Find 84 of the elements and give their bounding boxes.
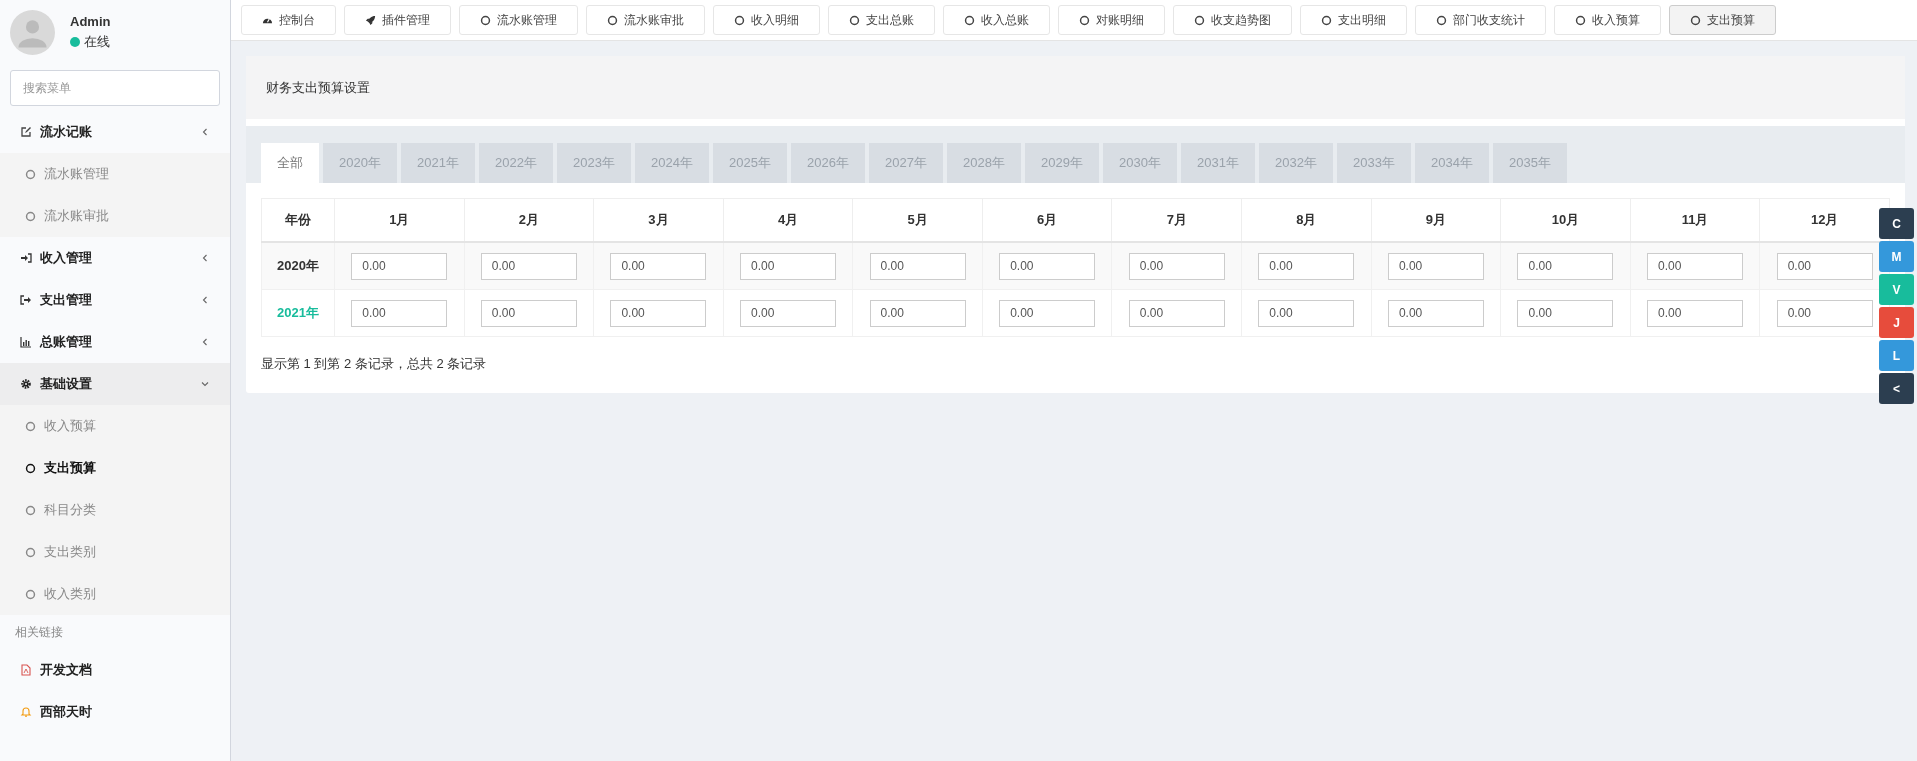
avatar-icon (10, 10, 55, 55)
bell-icon (20, 706, 32, 718)
circle-icon (734, 14, 745, 26)
amount-field[interactable]: 0.00 (1517, 252, 1614, 280)
submenu-item[interactable]: 支出预算 (0, 447, 230, 489)
nav-tab[interactable]: 收入总账 (943, 5, 1050, 35)
amount-field[interactable]: 0.00 (1387, 299, 1484, 327)
amount-field[interactable]: 0.00 (1647, 252, 1744, 280)
online-status: 在线 (70, 33, 110, 51)
circle-icon (25, 504, 36, 516)
menu-item[interactable]: 支出管理 (0, 279, 230, 321)
circle-icon (1194, 14, 1205, 26)
sign-out-icon (20, 294, 32, 306)
edit-icon (20, 126, 32, 138)
circle-icon (25, 168, 36, 180)
menu-item[interactable]: 基础设置 (0, 363, 230, 405)
year-cell: 2021年 (261, 289, 335, 337)
amount-field[interactable]: 0.00 (999, 299, 1096, 327)
pdf-file-icon (20, 664, 32, 676)
amount-field[interactable]: 0.00 (610, 299, 707, 327)
circle-icon (25, 546, 36, 558)
amount-field[interactable]: 0.00 (480, 299, 577, 327)
circle-icon (25, 420, 36, 432)
amount-field[interactable]: 0.00 (740, 252, 836, 280)
nav-tab[interactable]: 控制台 (241, 5, 336, 35)
amount-field[interactable]: 0.00 (351, 252, 448, 280)
amount-field[interactable]: 0.00 (1258, 252, 1355, 280)
nav-tab[interactable]: 部门收支统计 (1415, 5, 1546, 35)
amount-field[interactable]: 0.00 (740, 299, 836, 327)
circle-icon (1436, 14, 1447, 26)
amount-field[interactable]: 0.00 (869, 252, 966, 280)
nav-tab[interactable]: 流水账审批 (586, 5, 705, 35)
circle-icon (964, 14, 975, 26)
settings-icon (20, 378, 32, 390)
circle-icon (25, 210, 36, 222)
menu-item[interactable]: 总账管理 (0, 321, 230, 363)
amount-field[interactable]: 0.00 (1128, 299, 1225, 327)
menu-item[interactable]: 流水记账 (0, 111, 230, 153)
year-cell: 2020年 (261, 242, 335, 290)
bar-chart-icon (20, 336, 32, 348)
amount-field[interactable]: 0.00 (1776, 299, 1873, 327)
nav-tab[interactable]: 插件管理 (344, 5, 451, 35)
side-button[interactable]: C (1879, 208, 1914, 239)
amount-field[interactable]: 0.00 (1387, 252, 1484, 280)
circle-icon (1321, 14, 1332, 26)
side-button[interactable]: J (1879, 307, 1914, 338)
nav-tab[interactable]: 对账明细 (1058, 5, 1165, 35)
circle-icon (25, 588, 36, 600)
nav-tab[interactable]: 收入明细 (713, 5, 820, 35)
nav-tab[interactable]: 流水账管理 (459, 5, 578, 35)
nav-tab[interactable]: 收支趋势图 (1173, 5, 1292, 35)
circle-icon (849, 14, 860, 26)
link-item[interactable]: 开发文档 (0, 649, 230, 691)
search-field[interactable]: 搜索菜单 (10, 70, 220, 106)
section-header: 相关链接 (14, 624, 64, 641)
circle-icon (480, 14, 491, 26)
amount-field[interactable]: 0.00 (1647, 299, 1744, 327)
circle-icon (1690, 14, 1701, 26)
side-button[interactable]: < (1879, 373, 1914, 404)
nav-tab[interactable]: 收入预算 (1554, 5, 1661, 35)
amount-field[interactable]: 0.00 (610, 252, 707, 280)
record-count: 显示第 1 到第 2 条记录，总共 2 条记录 (261, 355, 488, 373)
sign-in-icon (20, 252, 32, 264)
amount-field[interactable]: 0.00 (999, 252, 1096, 280)
menu-item[interactable]: 收入管理 (0, 237, 230, 279)
rocket-icon (365, 14, 376, 26)
amount-field[interactable]: 0.00 (1517, 299, 1614, 327)
circle-icon (25, 462, 36, 474)
circle-icon (607, 14, 618, 26)
year-tab[interactable]: 全部 (261, 143, 319, 183)
link-item[interactable]: 西部天时 (0, 691, 230, 733)
amount-field[interactable]: 0.00 (1258, 299, 1355, 327)
amount-field[interactable]: 0.00 (351, 299, 448, 327)
user-name: Admin (70, 14, 111, 29)
circle-icon (1079, 14, 1090, 26)
amount-field[interactable]: 0.00 (869, 299, 966, 327)
amount-field[interactable]: 0.00 (480, 252, 577, 280)
nav-tab[interactable]: 支出总账 (828, 5, 935, 35)
amount-field[interactable]: 0.00 (1128, 252, 1225, 280)
nav-tab[interactable]: 支出明细 (1300, 5, 1407, 35)
panel-title: 财务支出预算设置 (266, 78, 370, 97)
circle-icon (1575, 14, 1586, 26)
amount-field[interactable]: 0.00 (1776, 252, 1873, 280)
nav-tab[interactable]: 支出预算 (1669, 5, 1776, 35)
